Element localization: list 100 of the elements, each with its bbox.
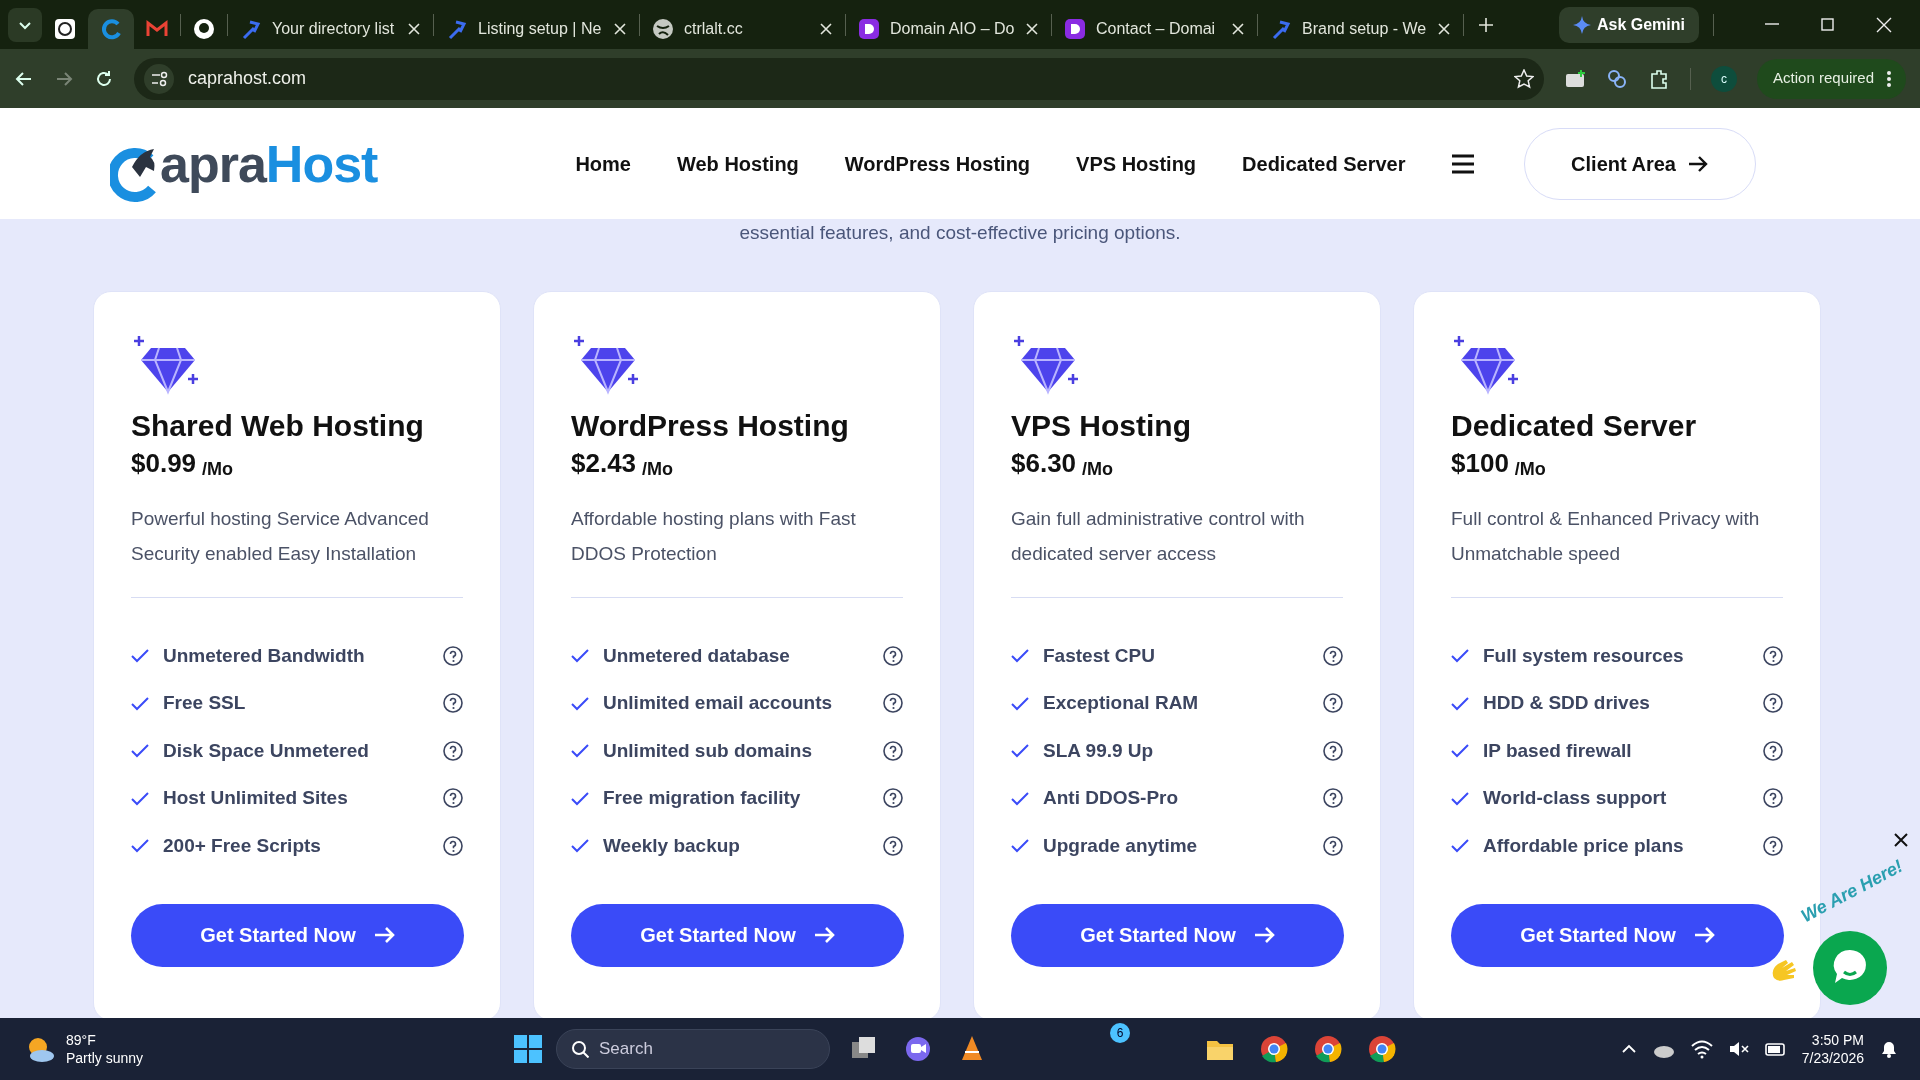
get-started-button[interactable]: Get Started Now	[571, 903, 904, 967]
browser-tab[interactable]: Contact – Domai	[1052, 9, 1257, 49]
get-started-button[interactable]: Get Started Now	[131, 903, 464, 967]
help-icon[interactable]	[1323, 645, 1343, 666]
diamond-icon	[131, 334, 201, 396]
check-icon	[571, 695, 589, 711]
check-icon	[1451, 695, 1469, 711]
new-tab-icon[interactable]	[1478, 16, 1494, 33]
more-icon[interactable]	[1886, 69, 1892, 88]
nav-link[interactable]: Web Hosting	[677, 148, 799, 179]
plan-price: $0.99	[131, 447, 197, 480]
wifi-icon[interactable]	[1689, 1038, 1714, 1060]
help-icon[interactable]	[1763, 645, 1783, 666]
weather-text: Partly sunny	[66, 1049, 144, 1067]
nav-link[interactable]: Home	[575, 148, 631, 179]
help-icon[interactable]	[1323, 788, 1343, 809]
check-icon	[131, 743, 149, 759]
help-icon[interactable]	[443, 645, 463, 666]
check-icon	[1451, 648, 1469, 664]
search-icon	[571, 1040, 589, 1058]
help-icon[interactable]	[1323, 740, 1343, 761]
check-icon	[1011, 695, 1029, 711]
help-icon[interactable]	[1763, 693, 1783, 714]
feature-text: Unlimited sub domains	[603, 738, 814, 763]
chat-bubble-button[interactable]	[1812, 930, 1888, 1006]
feature-text: Fastest CPU	[1043, 643, 1156, 668]
extension-icon[interactable]	[1564, 67, 1587, 90]
feather-icon	[240, 18, 262, 40]
chrome-icon[interactable]	[1259, 1034, 1289, 1064]
arrow-icon	[1693, 926, 1715, 944]
notification-count: 6	[1110, 1023, 1130, 1043]
help-icon[interactable]	[1763, 740, 1783, 761]
feather-icon	[446, 18, 468, 40]
diamond-icon	[1451, 334, 1521, 396]
feature-text: Host Unlimited Sites	[163, 786, 349, 810]
check-icon	[131, 648, 149, 664]
check-icon	[571, 790, 589, 806]
help-icon[interactable]	[883, 835, 903, 856]
help-icon[interactable]	[443, 788, 463, 809]
nav-link[interactable]: Dedicated Server	[1242, 148, 1406, 179]
help-icon[interactable]	[443, 835, 463, 856]
start-icon[interactable]	[514, 1035, 542, 1063]
client-area-button[interactable]: Client Area	[1523, 127, 1756, 200]
ask-gemini-button[interactable]: Ask Gemini	[1558, 6, 1699, 43]
feature-text: HDD & SDD drives	[1483, 691, 1651, 715]
feature-text: Free migration facility	[603, 786, 802, 810]
nav-link[interactable]: VPS Hosting	[1076, 148, 1197, 179]
feature-text: Weekly backup	[603, 833, 741, 858]
chrome-icon[interactable]	[1367, 1034, 1397, 1064]
diamond-icon	[571, 334, 641, 396]
browser-tab[interactable]: Listing setup | Ne	[434, 9, 639, 49]
feature-text: SLA 99.9 Up	[1043, 738, 1155, 763]
diamond-icon	[1011, 334, 1081, 396]
action-required-button[interactable]: Action required	[1757, 58, 1906, 99]
star-icon[interactable]	[1514, 68, 1535, 89]
price-period: /Mo	[1082, 458, 1114, 481]
clock-time: 3:50 PM	[1811, 1031, 1864, 1049]
feature-text: Upgrade anytime	[1043, 833, 1199, 858]
video-call-icon[interactable]	[903, 1034, 933, 1064]
site-settings-icon[interactable]	[144, 63, 174, 94]
plan-title: VPS Hosting	[1011, 408, 1192, 444]
close-icon[interactable]	[1893, 832, 1909, 848]
browser-tab[interactable]: Domain AIO – Do	[846, 9, 1051, 49]
plan-title: WordPress Hosting	[571, 408, 850, 444]
check-icon	[571, 838, 589, 854]
help-icon[interactable]	[1323, 693, 1343, 714]
plan-description: Affordable hosting plans with Fast DDOS Protection	[571, 507, 857, 566]
help-icon[interactable]	[883, 788, 903, 809]
get-started-button[interactable]: Get Started Now	[1011, 903, 1344, 967]
help-icon[interactable]	[883, 693, 903, 714]
help-icon[interactable]	[1323, 835, 1343, 856]
get-started-button[interactable]: Get Started Now	[1451, 903, 1784, 967]
profile-avatar[interactable]: c	[1711, 65, 1738, 92]
reload-icon[interactable]	[94, 68, 114, 89]
app-icon	[858, 18, 880, 40]
check-icon	[571, 743, 589, 759]
restore-icon[interactable]	[1819, 15, 1837, 34]
help-icon[interactable]	[883, 645, 903, 666]
arrow-icon	[373, 926, 395, 944]
check-icon	[1011, 743, 1029, 759]
help-icon[interactable]	[1763, 788, 1783, 809]
help-icon[interactable]	[883, 740, 903, 761]
help-icon[interactable]	[443, 740, 463, 761]
browser-tab[interactable]: ctrlalt.cc	[640, 9, 845, 49]
nav-link[interactable]: WordPress Hosting	[844, 148, 1031, 179]
help-icon[interactable]	[443, 693, 463, 714]
feature-text: IP based firewall	[1483, 738, 1633, 763]
feature-text: World-class support	[1483, 786, 1668, 810]
check-icon	[1011, 790, 1029, 806]
chrome-icon[interactable]	[1313, 1034, 1343, 1064]
tab-list-button[interactable]	[8, 7, 42, 42]
browser-tab[interactable]: Your directory list	[228, 9, 433, 49]
menu-icon[interactable]	[1451, 153, 1474, 174]
help-icon[interactable]	[1763, 835, 1783, 856]
browser-tab[interactable]: Brand setup - We	[1258, 9, 1463, 49]
app-icon	[1064, 18, 1086, 40]
address-field[interactable]: caprahost.com	[134, 57, 1545, 100]
chain-icon[interactable]	[1606, 67, 1629, 90]
feature-text: Anti DDOS-Pro	[1043, 786, 1180, 810]
search-field[interactable]: Search	[556, 1029, 830, 1069]
